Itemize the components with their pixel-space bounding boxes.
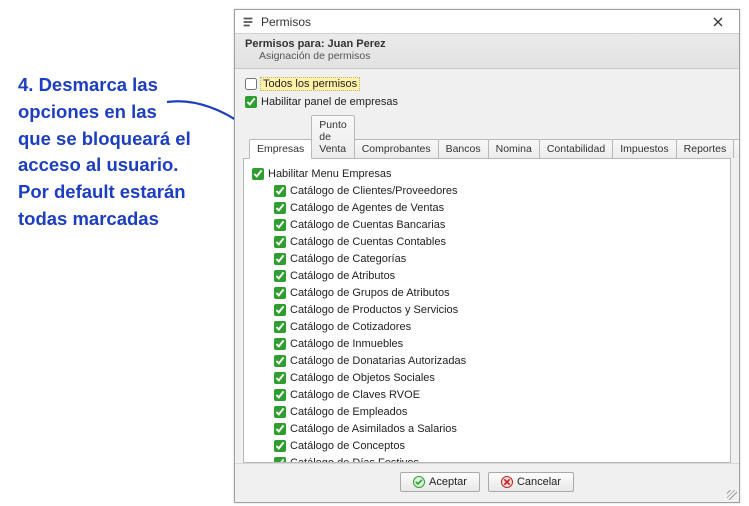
tree-item-checkbox[interactable]	[274, 440, 286, 452]
tree-item-row: Catálogo de Agentes de Ventas	[274, 200, 722, 216]
tree-item-checkbox[interactable]	[274, 219, 286, 231]
dialog-header: Permisos para: Juan Perez Asignación de …	[235, 34, 739, 69]
tree-item-label: Catálogo de Inmuebles	[290, 338, 403, 350]
tree-root-label: Habilitar Menu Empresas	[268, 168, 392, 180]
tree-item-row: Catálogo de Clientes/Proveedores	[274, 183, 722, 199]
tree-item-label: Catálogo de Conceptos	[290, 440, 405, 452]
tree-item-label: Catálogo de Atributos	[290, 270, 395, 282]
header-subtitle: Asignación de permisos	[245, 50, 729, 62]
permissions-dialog: Permisos Permisos para: Juan Perez Asign…	[234, 9, 740, 503]
cancel-button[interactable]: Cancelar	[488, 472, 574, 492]
tree-item-checkbox[interactable]	[274, 321, 286, 333]
tree-root-row: Habilitar Menu Empresas	[252, 166, 722, 182]
tab-content: Habilitar Menu Empresas Catálogo de Clie…	[243, 159, 731, 463]
tree-item-checkbox[interactable]	[274, 389, 286, 401]
tree-item-label: Catálogo de Cuentas Bancarias	[290, 219, 445, 231]
tree-item-checkbox[interactable]	[274, 423, 286, 435]
dialog-title: Permisos	[261, 15, 701, 29]
tree-item-row: Catálogo de Inmuebles	[274, 336, 722, 352]
tree-item-checkbox[interactable]	[274, 287, 286, 299]
tab-global[interactable]: Global	[733, 139, 739, 158]
tree-item-row: Catálogo de Claves RVOE	[274, 387, 722, 403]
tab-nomina[interactable]: Nomina	[488, 139, 540, 158]
app-icon	[241, 15, 255, 29]
all-permissions-row: Todos los permisos	[245, 76, 731, 92]
tree-item-label: Catálogo de Donatarias Autorizadas	[290, 355, 466, 367]
tree-item-row: Catálogo de Empleados	[274, 404, 722, 420]
tab-punto-de-venta[interactable]: Punto de Venta	[311, 115, 354, 158]
accept-label: Aceptar	[429, 476, 467, 488]
tree-item-checkbox[interactable]	[274, 270, 286, 282]
tree-item-label: Catálogo de Empleados	[290, 406, 407, 418]
enable-companies-row: Habilitar panel de empresas	[245, 94, 731, 110]
accept-button[interactable]: Aceptar	[400, 472, 480, 492]
tree-item-row: Catálogo de Donatarias Autorizadas	[274, 353, 722, 369]
tree-item-label: Catálogo de Clientes/Proveedores	[290, 185, 458, 197]
tree-item-row: Catálogo de Categorías	[274, 251, 722, 267]
tree-item-row: Catálogo de Cotizadores	[274, 319, 722, 335]
tree-item-row: Catálogo de Productos y Servicios	[274, 302, 722, 318]
tree-item-row: Catálogo de Días Festivos	[274, 455, 722, 463]
tree-item-row: Catálogo de Cuentas Contables	[274, 234, 722, 250]
tree-item-checkbox[interactable]	[274, 185, 286, 197]
tree-item-checkbox[interactable]	[274, 304, 286, 316]
tree-item-checkbox[interactable]	[274, 236, 286, 248]
tab-impuestos[interactable]: Impuestos	[612, 139, 676, 158]
close-icon	[713, 17, 723, 27]
titlebar: Permisos	[235, 10, 739, 34]
tab-comprobantes[interactable]: Comprobantes	[354, 139, 439, 158]
cancel-label: Cancelar	[517, 476, 561, 488]
tree-item-label: Catálogo de Productos y Servicios	[290, 304, 458, 316]
enable-companies-checkbox[interactable]	[245, 96, 257, 108]
tree-item-label: Catálogo de Asimilados a Salarios	[290, 423, 457, 435]
dialog-buttons: Aceptar Cancelar	[235, 463, 739, 502]
tree-item-checkbox[interactable]	[274, 253, 286, 265]
tree-item-row: Catálogo de Atributos	[274, 268, 722, 284]
tree-item-label: Catálogo de Cotizadores	[290, 321, 411, 333]
tree-item-label: Catálogo de Categorías	[290, 253, 406, 265]
tree-item-row: Catálogo de Conceptos	[274, 438, 722, 454]
tree-item-checkbox[interactable]	[274, 372, 286, 384]
tree-item-label: Catálogo de Agentes de Ventas	[290, 202, 444, 214]
tree-item-label: Catálogo de Grupos de Atributos	[290, 287, 450, 299]
check-icon	[413, 476, 425, 488]
tree-item-checkbox[interactable]	[274, 338, 286, 350]
tab-contabilidad[interactable]: Contabilidad	[539, 139, 613, 158]
tree-item-row: Catálogo de Grupos de Atributos	[274, 285, 722, 301]
tree-item-label: Catálogo de Claves RVOE	[290, 389, 420, 401]
tree-children: Catálogo de Clientes/Proveedores Catálogo…	[252, 183, 722, 463]
all-permissions-checkbox[interactable]	[245, 78, 257, 90]
tab-reportes[interactable]: Reportes	[676, 139, 735, 158]
tree-item-label: Catálogo de Objetos Sociales	[290, 372, 435, 384]
tree-item-checkbox[interactable]	[274, 406, 286, 418]
header-title: Permisos para: Juan Perez	[245, 38, 729, 50]
tree-root-checkbox[interactable]	[252, 168, 264, 180]
tree-item-checkbox[interactable]	[274, 202, 286, 214]
resize-grip[interactable]	[727, 490, 737, 500]
all-permissions-label: Todos los permisos	[261, 78, 359, 90]
tree-item-row: Catálogo de Asimilados a Salarios	[274, 421, 722, 437]
tree-item-row: Catálogo de Objetos Sociales	[274, 370, 722, 386]
tree-item-row: Catálogo de Cuentas Bancarias	[274, 217, 722, 233]
enable-companies-label: Habilitar panel de empresas	[261, 96, 398, 108]
tab-bar: Empresas Punto de Venta Comprobantes Ban…	[243, 115, 731, 159]
tree-item-checkbox[interactable]	[274, 355, 286, 367]
tab-bancos[interactable]: Bancos	[438, 139, 489, 158]
tab-empresas[interactable]: Empresas	[249, 139, 312, 159]
annotation-text: 4. Desmarca las opciones en las que se b…	[18, 72, 193, 233]
close-button[interactable]	[701, 11, 735, 33]
tree-item-label: Catálogo de Cuentas Contables	[290, 236, 446, 248]
cancel-icon	[501, 476, 513, 488]
